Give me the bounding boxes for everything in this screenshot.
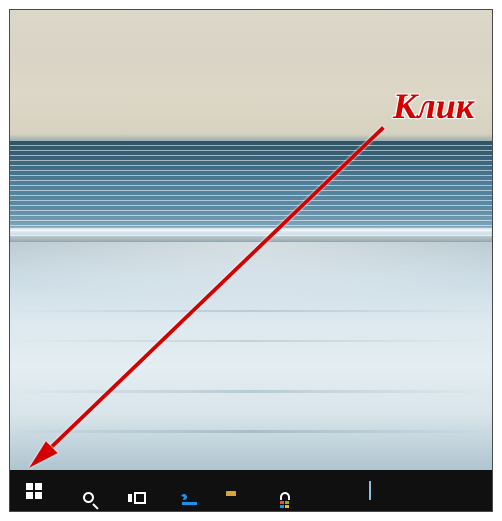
wallpaper-sand xyxy=(10,242,492,470)
mail-app[interactable] xyxy=(298,470,346,511)
wallpaper-sea xyxy=(10,140,492,236)
monitor-icon xyxy=(369,482,371,500)
screenshot-frame: Клик xyxy=(9,9,493,512)
wallpaper-surf xyxy=(10,228,492,242)
task-view-button[interactable] xyxy=(106,470,154,511)
file-explorer[interactable] xyxy=(202,470,250,511)
microsoft-store[interactable] xyxy=(250,470,298,511)
system-monitor-app[interactable] xyxy=(346,470,394,511)
start-button[interactable] xyxy=(10,470,58,511)
edge-browser[interactable] xyxy=(154,470,202,511)
search-button[interactable] xyxy=(58,470,106,511)
taskbar xyxy=(10,470,492,511)
desktop-wallpaper[interactable]: Клик xyxy=(10,10,492,470)
windows-start-icon xyxy=(26,483,42,499)
annotation-label: Клик xyxy=(393,85,474,127)
